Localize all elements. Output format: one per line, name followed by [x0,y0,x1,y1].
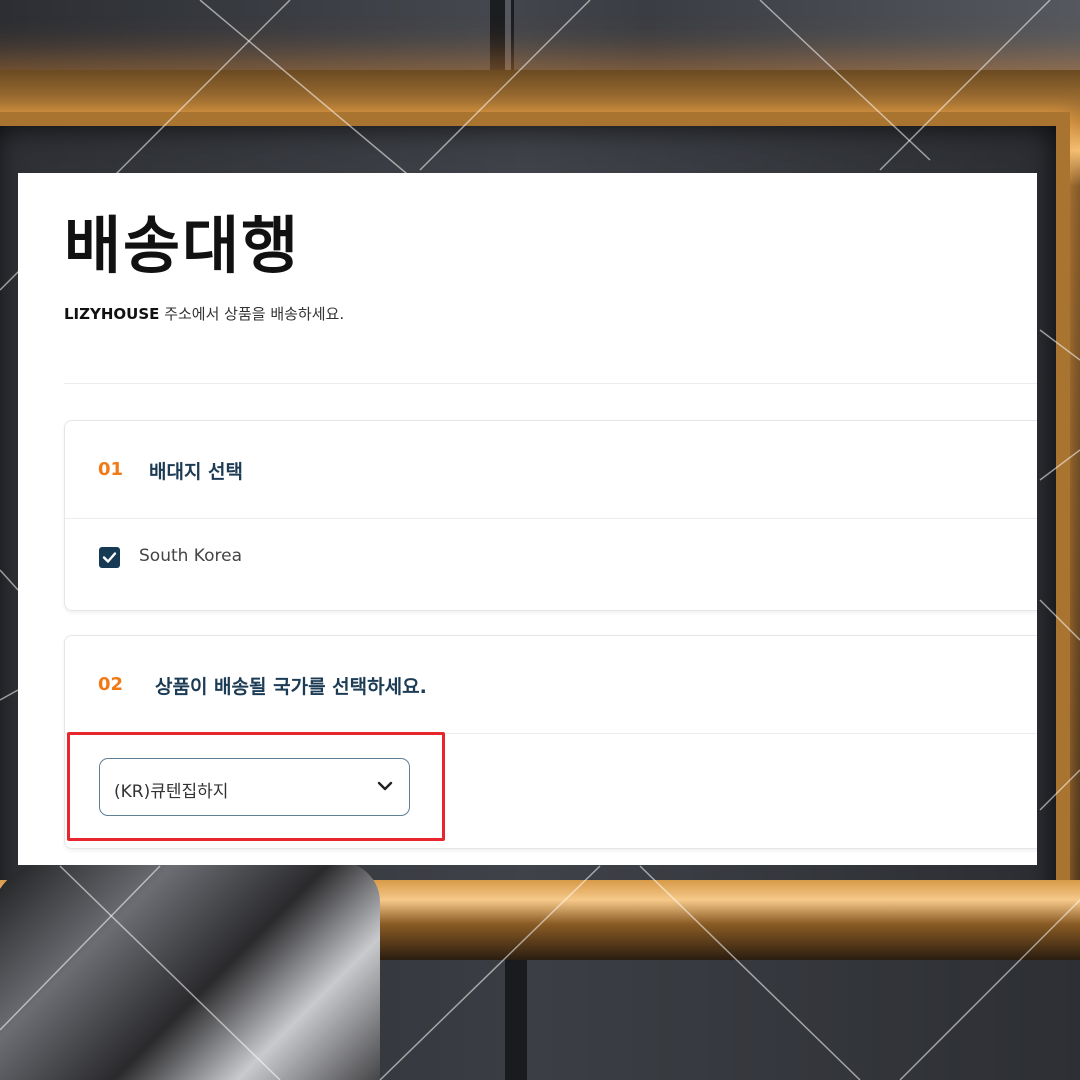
step1-card: 01 배대지 선택 South Korea [64,420,1037,611]
south-korea-checkbox[interactable] [99,547,120,568]
step1-header: 01 배대지 선택 [65,421,1037,519]
page-title: 배송대행 [64,209,301,282]
step2-number: 02 [98,674,124,695]
highlight-box [67,732,445,841]
brand-name: LIZYHOUSE [64,305,160,323]
step2-title: 상품이 배송될 국가를 선택하세요. [155,676,427,698]
checkbox-label[interactable]: South Korea [139,546,242,566]
step1-title: 배대지 선택 [149,461,244,483]
step1-number: 01 [98,459,124,480]
page-subtitle: LIZYHOUSE 주소에서 상품을 배송하세요. [64,303,344,324]
divider [64,383,1037,384]
subtitle-text: 주소에서 상품을 배송하세요. [159,305,345,323]
step2-header: 02 상품이 배송될 국가를 선택하세요. [65,636,1037,734]
check-icon [102,552,117,563]
